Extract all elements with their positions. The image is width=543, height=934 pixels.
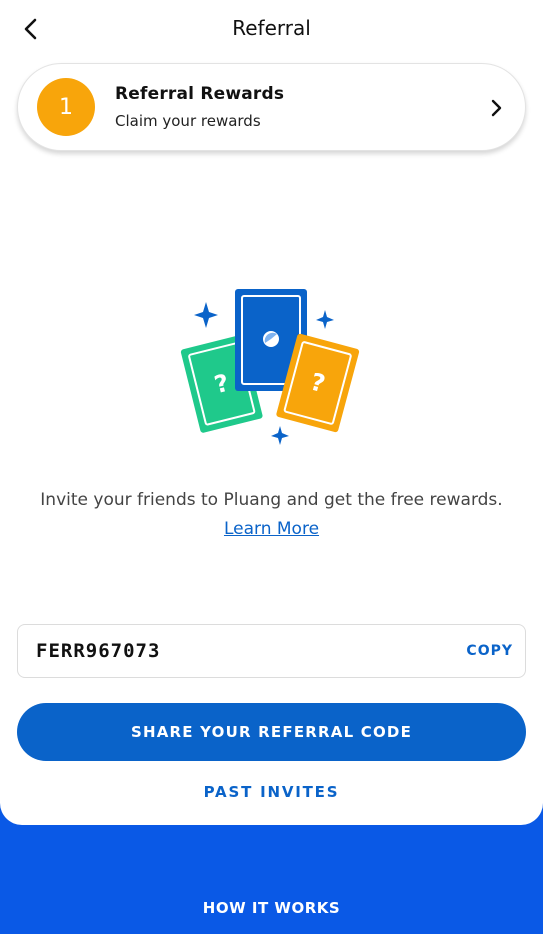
sparkle-icon — [271, 426, 289, 445]
chevron-right-icon — [491, 99, 502, 117]
page-title: Referral — [232, 16, 311, 40]
learn-more-link[interactable]: Learn More — [0, 519, 543, 539]
referral-code-field: FERR967073 COPY — [17, 624, 526, 678]
reward-card-title: Referral Rewards — [115, 84, 285, 104]
sparkle-icon — [316, 310, 334, 329]
invite-description: Invite your friends to Pluang and get th… — [40, 490, 503, 510]
rewards-cards-illustration: ? ? — [180, 289, 360, 445]
sparkle-icon — [194, 302, 218, 328]
referral-code-value: FERR967073 — [36, 640, 161, 662]
copy-button[interactable]: COPY — [466, 643, 513, 659]
share-referral-code-button[interactable]: SHARE YOUR REFERRAL CODE — [17, 703, 526, 761]
past-invites-button[interactable]: PAST INVITES — [0, 783, 543, 801]
reward-card-subtitle: Claim your rewards — [115, 112, 261, 130]
referral-rewards-card[interactable]: 1 Referral Rewards Claim your rewards — [17, 63, 526, 151]
header: Referral — [0, 0, 543, 58]
how-it-works-button[interactable]: HOW IT WORKS — [0, 899, 543, 917]
main-sheet: Referral 1 Referral Rewards Claim your r… — [0, 0, 543, 825]
reward-count-badge: 1 — [37, 78, 95, 136]
